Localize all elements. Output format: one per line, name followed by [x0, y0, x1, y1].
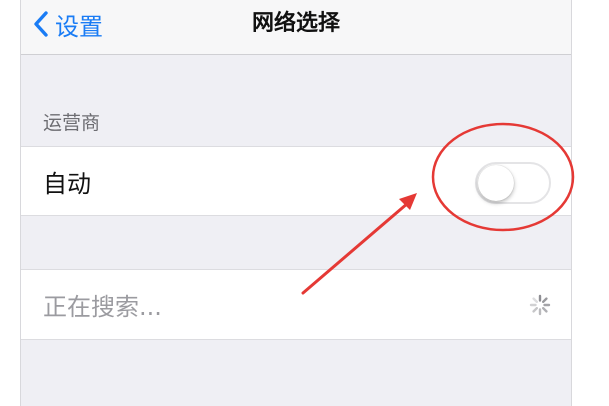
auto-select-row: 自动 — [21, 146, 571, 216]
navigation-bar: 设置 网络选择 — [21, 0, 571, 55]
settings-screen: 设置 网络选择 运营商 自动 正在搜索... — [20, 0, 572, 406]
auto-select-toggle[interactable] — [475, 162, 551, 204]
back-button-label: 设置 — [55, 12, 103, 41]
toggle-knob — [478, 165, 514, 201]
page-title: 网络选择 — [251, 11, 340, 36]
network-search-row: 正在搜索... — [21, 269, 571, 340]
carrier-section-header: 运营商 — [43, 112, 101, 134]
loading-spinner-icon — [529, 294, 551, 316]
chevron-left-icon — [34, 11, 48, 37]
auto-select-label: 自动 — [43, 169, 91, 198]
searching-status-label: 正在搜索... — [43, 293, 162, 321]
screenshot: 设置 网络选择 运营商 自动 正在搜索... — [0, 0, 609, 406]
back-button[interactable]: 设置 — [33, 7, 103, 41]
